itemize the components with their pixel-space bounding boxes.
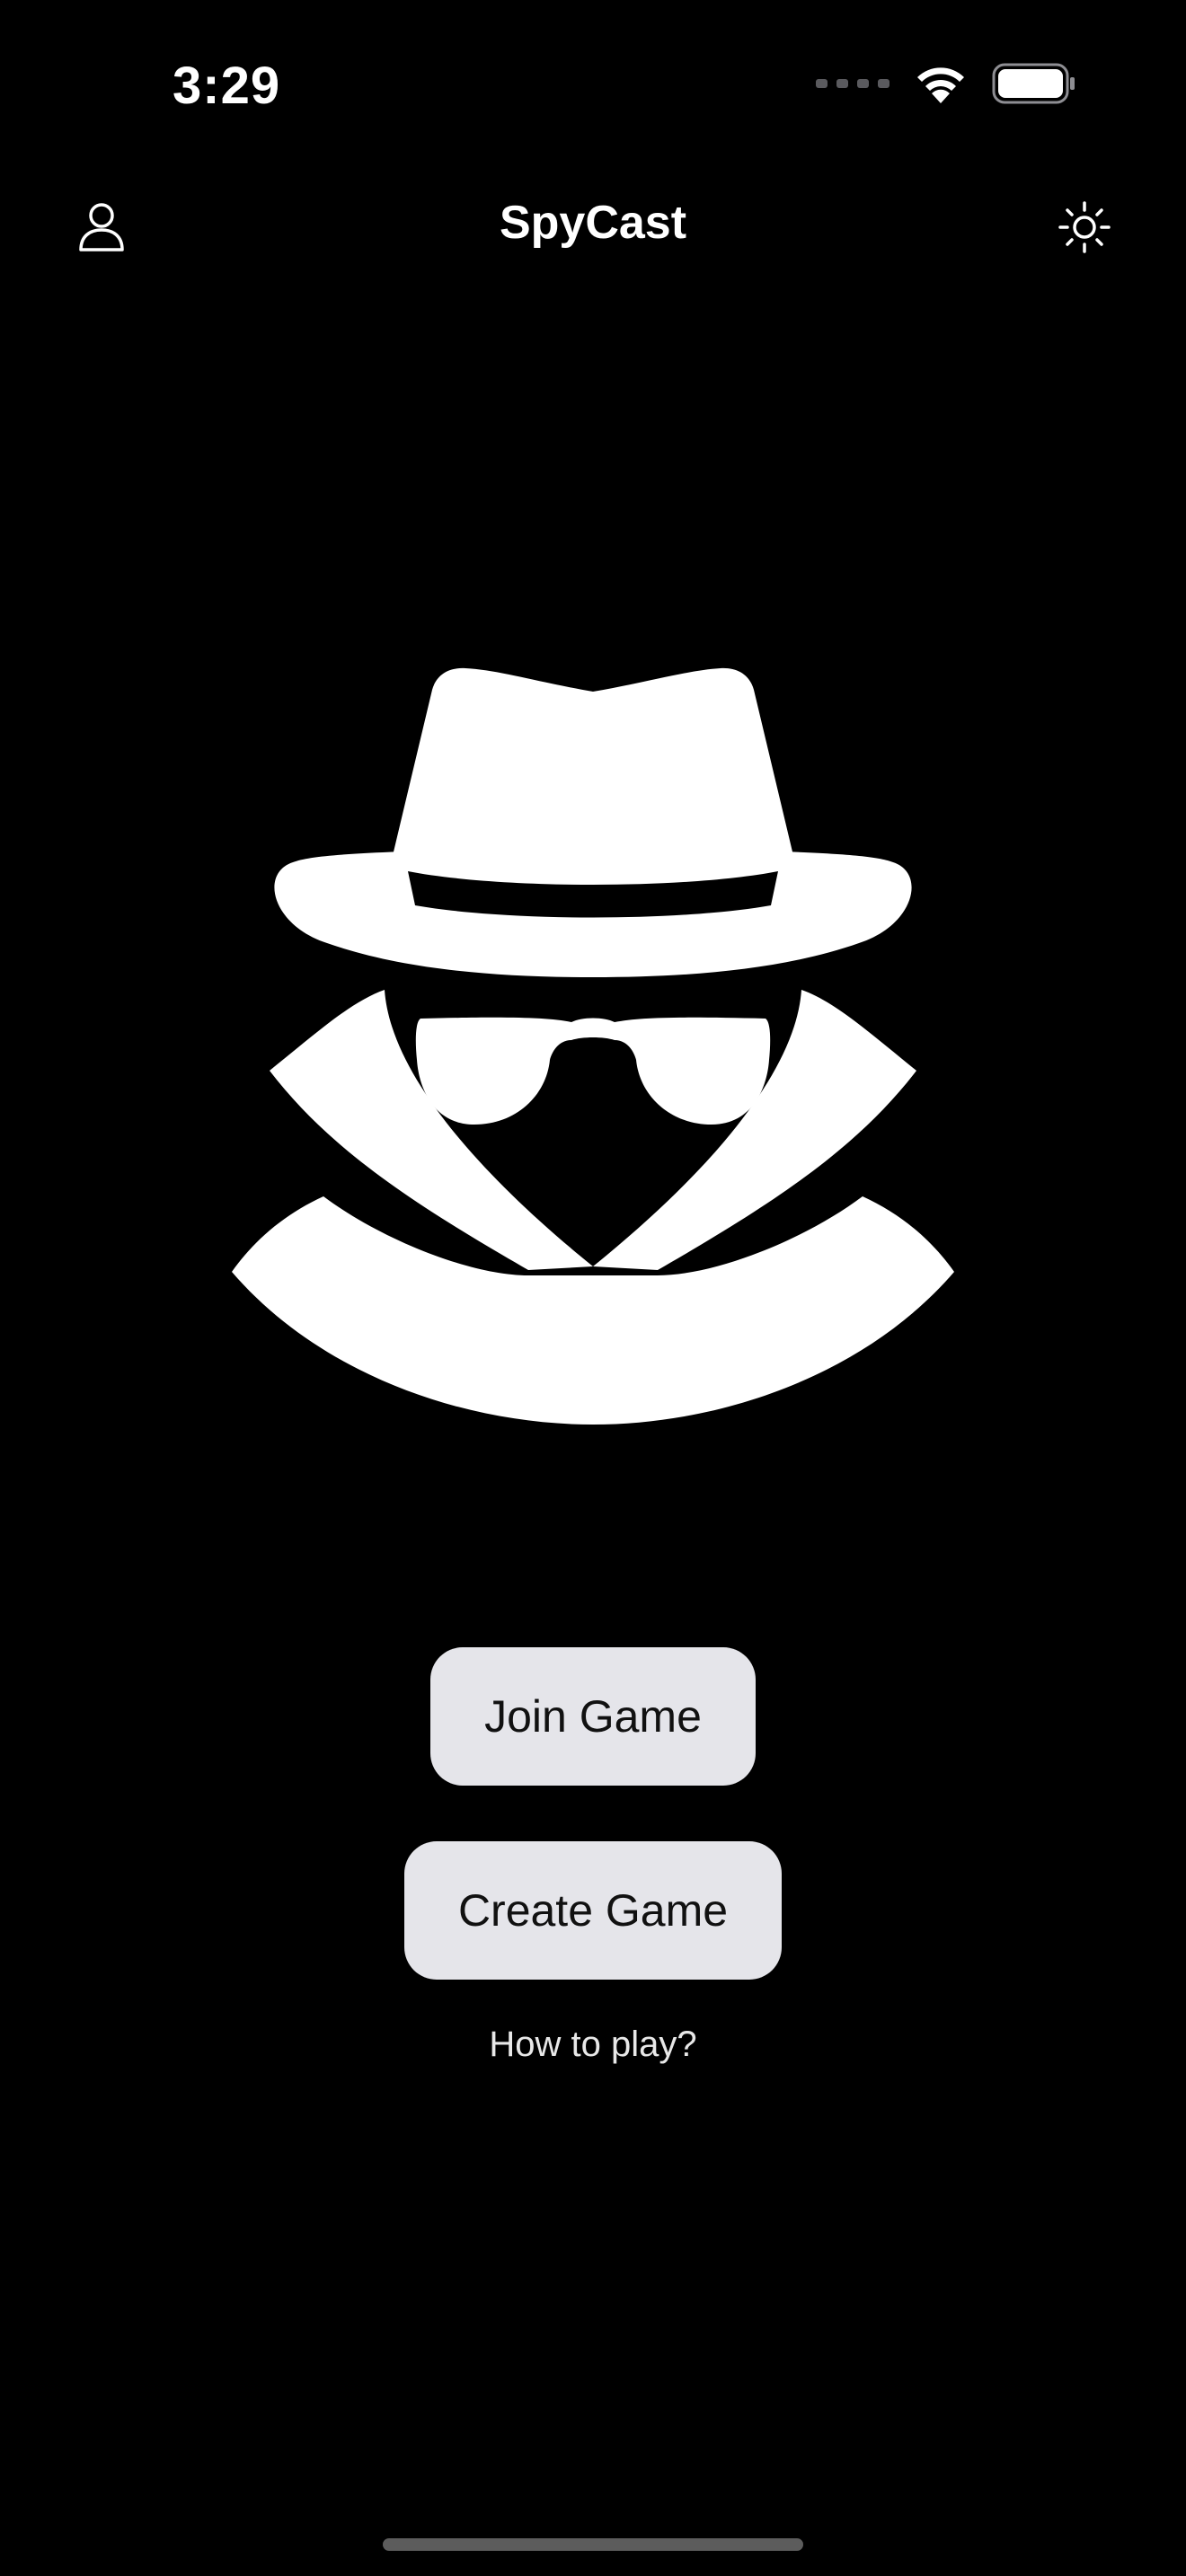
- status-icons: [816, 63, 1076, 104]
- sun-icon: [1058, 201, 1111, 253]
- home-screen: 3:29 SpyCast Join Game Create Game How t…: [0, 0, 1186, 2576]
- page-title: SpyCast: [499, 197, 687, 249]
- battery-icon: [992, 63, 1075, 104]
- cellular-signal-icon: [816, 79, 890, 88]
- home-indicator[interactable]: [383, 2538, 803, 2551]
- appearance-toggle-button[interactable]: [1053, 196, 1116, 259]
- create-game-button[interactable]: Create Game: [404, 1841, 782, 1980]
- spy-agent-icon: [232, 667, 954, 1425]
- how-to-play-link[interactable]: How to play?: [0, 2025, 1186, 2065]
- join-game-button[interactable]: Join Game: [430, 1647, 756, 1786]
- status-time: 3:29: [173, 57, 281, 115]
- wifi-icon: [917, 67, 964, 103]
